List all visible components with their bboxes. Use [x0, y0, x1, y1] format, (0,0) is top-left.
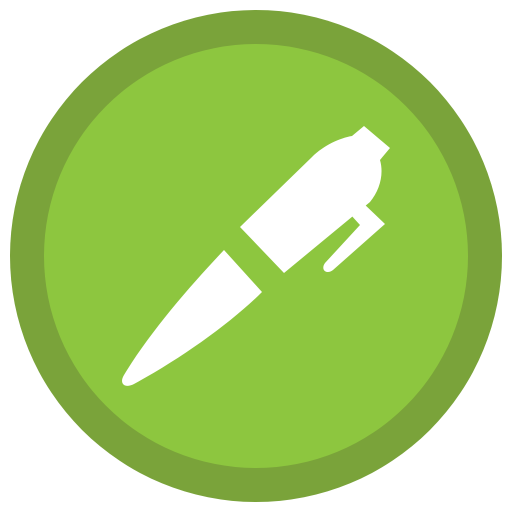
pen-app-icon[interactable]: [0, 0, 512, 512]
pen-icon-svg: [10, 10, 502, 502]
inner-circle: [44, 44, 468, 468]
